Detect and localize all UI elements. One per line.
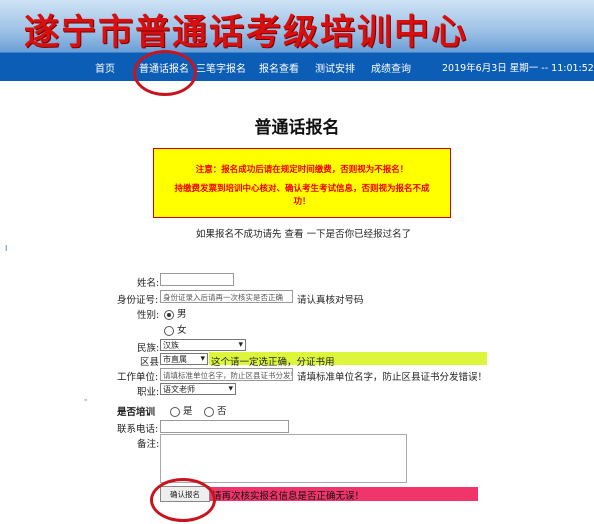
ethnic-label: 民族: [137, 343, 160, 354]
id-label: 身份证号: [117, 295, 159, 306]
radio-training-yes[interactable] [170, 406, 180, 417]
county-note: 这个请一定选正确，分证书用 [211, 357, 335, 368]
hint-prefix: 如果报名不成功请先 [196, 229, 282, 240]
nav-home[interactable]: 首页 [95, 60, 115, 75]
remark-label: 备注: [137, 439, 160, 450]
top-nav: 首页 普通话报名 三笔字报名 报名查看 测试安排 成绩查询 2019年6月3日 … [0, 52, 594, 81]
work-note: 请填标准单位名字，防止区县证书分发错误！ [297, 372, 488, 383]
tiny-mark: " [84, 398, 88, 406]
nav-test-schedule[interactable]: 测试安排 [315, 60, 355, 75]
name-input[interactable] [160, 273, 234, 286]
gender-female-option[interactable]: 女 [164, 322, 187, 336]
training-yes-option[interactable]: 是 [170, 403, 193, 417]
annotation-circle-submit [150, 478, 216, 522]
job-label: 职业: [137, 387, 160, 398]
phone-label: 联系电话: [117, 424, 159, 435]
site-title: 遂宁市普通话考级培训中心 [24, 12, 469, 53]
work-input[interactable]: 请填标准单位名字，防止区县证书分发错误 [160, 368, 293, 381]
site-banner: 遂宁市普通话考级培训中心 [0, 0, 594, 53]
training-yes-label: 是 [183, 406, 193, 417]
gender-male-option[interactable]: 男 [164, 306, 187, 320]
page-title: 普通话报名 [254, 118, 340, 138]
submit-note: 请再次核实报名信息是否正确无误！ [212, 491, 365, 502]
gender-male-label: 男 [177, 309, 187, 320]
notice-line-1: 注意：报名成功后请在规定时间缴费，否则视为不报名！ [195, 165, 409, 175]
hint-text: 如果报名不成功请先 查看 一下是否你已经报过名了 [196, 226, 411, 240]
nav-signup-view[interactable]: 报名查看 [259, 60, 299, 75]
id-note: 请认真核对号码 [297, 295, 364, 306]
notice-line-2b: 功！ [293, 197, 311, 207]
gender-label: 性别: [137, 310, 160, 321]
nav-datetime: 2019年6月3日 星期一 -- 11:01:52 [442, 63, 594, 74]
notice-line-2a: 持缴费发票到培训中心核对、确认考生考试信息，否则视为报名不成 [174, 184, 430, 194]
remark-textarea[interactable] [160, 434, 407, 483]
gender-female-label: 女 [177, 325, 187, 336]
radio-female[interactable] [164, 325, 174, 336]
side-mark: I [5, 244, 8, 253]
notice-box: 注意：报名成功后请在规定时间缴费，否则视为不报名！ 持缴费发票到培训中心核对、确… [153, 148, 451, 218]
hint-suffix: 一下是否你已经报过名了 [306, 229, 412, 240]
training-no-option[interactable]: 否 [204, 403, 227, 417]
radio-training-no[interactable] [204, 406, 214, 417]
training-label: 是否培训 [117, 407, 156, 418]
id-input[interactable]: 身份证录入后请再一次核实是否正确 [160, 290, 293, 303]
county-select[interactable]: 市直属 [160, 353, 208, 365]
view-link[interactable]: 查看 [285, 229, 304, 240]
annotation-circle-nav [133, 50, 197, 96]
radio-male[interactable] [164, 309, 174, 320]
training-no-label: 否 [217, 406, 227, 417]
job-select[interactable]: 语文老师 [160, 383, 236, 395]
county-label: 区县 [140, 357, 160, 368]
nav-calligraphy-signup[interactable]: 三笔字报名 [196, 60, 246, 75]
name-label: 姓名: [137, 278, 160, 289]
work-label: 工作单位: [117, 372, 159, 383]
phone-input[interactable] [160, 420, 289, 433]
nav-score-query[interactable]: 成绩查询 [371, 60, 411, 75]
ethnic-select[interactable]: 汉族 [160, 339, 246, 351]
